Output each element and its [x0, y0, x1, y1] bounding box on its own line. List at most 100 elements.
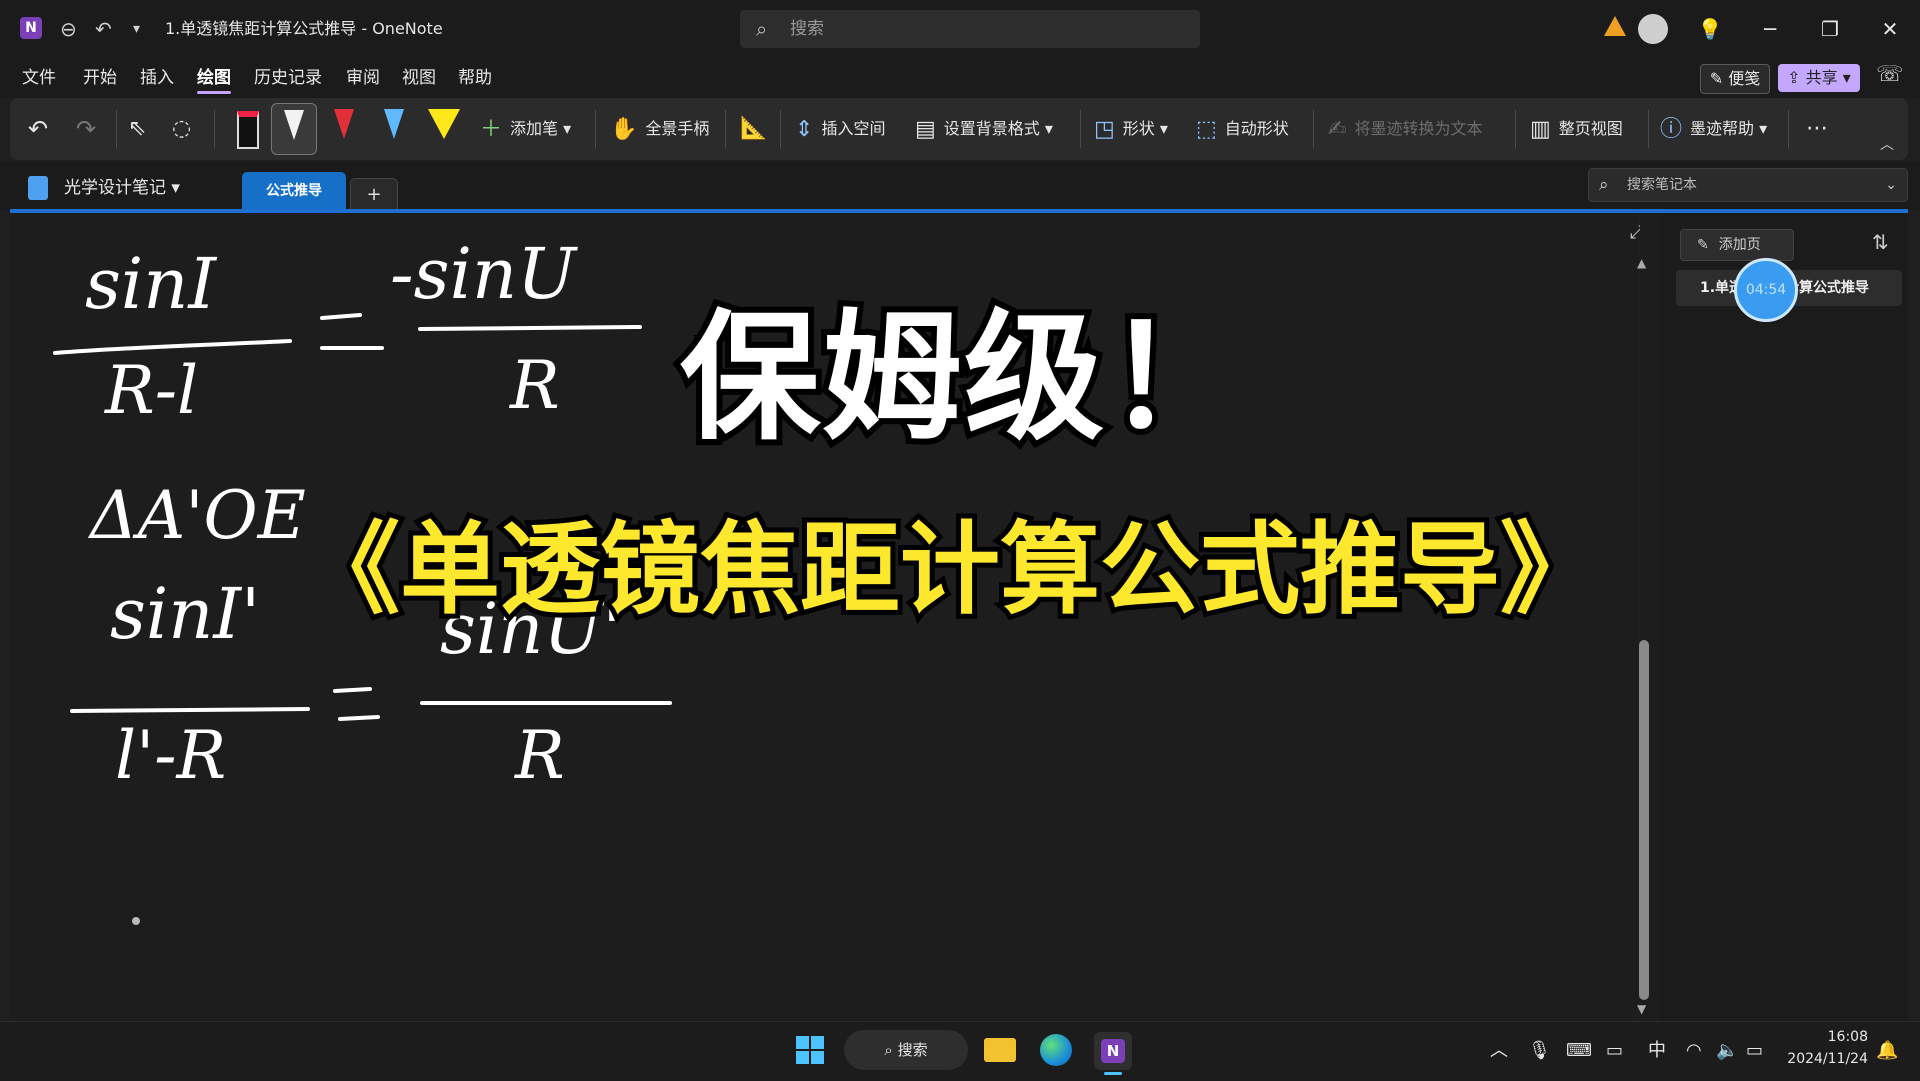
undo-icon[interactable]: ↶	[95, 0, 112, 58]
avatar[interactable]	[1638, 14, 1668, 44]
ime-indicator[interactable]: 中	[1648, 1021, 1666, 1080]
auto-shapes-button[interactable]: ⬚ 自动形状	[1196, 98, 1289, 161]
page-view-button[interactable]: ▥ 整页视图	[1530, 98, 1623, 161]
ink-to-text-icon: ✍	[1328, 116, 1347, 142]
add-page-label: 添加页	[1718, 237, 1761, 253]
scroll-down-icon[interactable]: ▼	[1637, 1002, 1646, 1016]
menu-history[interactable]: 历史记录	[254, 58, 322, 98]
background-format-button[interactable]: ▤ 设置背景格式 ▾	[915, 98, 1053, 161]
page-view-label: 整页视图	[1558, 119, 1623, 138]
search-icon: ⌕	[756, 17, 768, 41]
warning-icon[interactable]	[1604, 16, 1626, 36]
taskbar-search-label: 搜索	[897, 1041, 928, 1059]
pen-black-red-icon[interactable]	[226, 103, 270, 153]
collapse-ribbon-icon[interactable]: ︿	[1880, 134, 1894, 154]
wifi-icon[interactable]: ◠	[1686, 1021, 1702, 1080]
volume-icon[interactable]: 🔈	[1716, 1021, 1738, 1080]
battery-icon[interactable]: ▭	[1746, 1021, 1763, 1080]
scrollbar-thumb[interactable]	[1639, 640, 1649, 1000]
pan-button[interactable]: ✋ 全景手柄	[610, 98, 709, 161]
eq1-fraction-line-right	[418, 325, 642, 331]
eq1-numerator-left: sinI	[85, 243, 217, 325]
notebook-icon	[28, 176, 48, 200]
auto-shapes-label: 自动形状	[1224, 119, 1289, 138]
menu-draw[interactable]: 绘图	[197, 58, 231, 98]
ribbon-redo-icon[interactable]: ↷	[76, 98, 96, 160]
recording-timer: 04:54	[1734, 258, 1798, 322]
menu-file[interactable]: 文件	[22, 58, 56, 98]
scroll-up-icon[interactable]: ▲	[1637, 256, 1646, 270]
pen-white-icon[interactable]	[271, 103, 317, 155]
display-icon[interactable]: ▭	[1606, 1021, 1623, 1080]
separator	[1313, 110, 1314, 148]
menu-insert[interactable]: 插入	[140, 58, 174, 98]
sticky-note-button[interactable]: ✎ 便笺	[1700, 64, 1770, 94]
search-icon: ⌕	[884, 1041, 898, 1059]
minimize-button[interactable]: ─	[1740, 0, 1800, 58]
ruler-icon[interactable]: 📐	[740, 98, 767, 160]
ink-help-button[interactable]: ⓘ 墨迹帮助 ▾	[1660, 98, 1767, 161]
quick-access-dropdown-icon[interactable]: ▾	[133, 0, 140, 58]
edge-browser-icon[interactable]	[1040, 1034, 1072, 1066]
onenote-taskbar-icon[interactable]: N	[1094, 1032, 1132, 1070]
menu-help[interactable]: 帮助	[458, 58, 492, 98]
add-pen-button[interactable]: ＋添加笔 ▾	[480, 98, 571, 161]
notebook-search-placeholder: 搜索笔记本	[1627, 177, 1697, 193]
lasso-tool-icon[interactable]: ◌	[172, 98, 191, 160]
tab-section[interactable]: 公式推导	[242, 172, 346, 210]
separator	[1788, 110, 1789, 148]
note-label: 便笺	[1728, 69, 1761, 88]
select-tool-icon[interactable]: ⇖	[128, 98, 146, 160]
menu-review[interactable]: 审阅	[346, 58, 380, 98]
ink-dot	[132, 917, 140, 925]
close-button[interactable]: ✕	[1860, 0, 1920, 58]
eq2-denominator-left: l'-R	[115, 717, 226, 794]
windows-start-icon[interactable]	[796, 1036, 824, 1064]
share-button[interactable]: ⇪ 共享 ▾	[1778, 64, 1860, 92]
separator	[1648, 110, 1649, 148]
share-icon: ⇪	[1787, 68, 1806, 87]
document-title: 1.单透镜焦距计算公式推导 - OneNote	[165, 19, 443, 38]
add-page-icon: ✎	[1697, 237, 1709, 253]
restore-button[interactable]: ❐	[1800, 0, 1860, 58]
keyboard-icon[interactable]: ⌨	[1566, 1021, 1592, 1080]
help-icon: ⓘ	[1660, 116, 1683, 142]
sort-icon[interactable]: ⇅	[1872, 230, 1889, 254]
search-placeholder: 搜索	[790, 19, 824, 39]
pen-red-icon[interactable]	[322, 103, 366, 153]
lightbulb-icon[interactable]: 💡	[1680, 0, 1740, 58]
ribbon-undo-icon[interactable]: ↶	[28, 98, 48, 160]
pen-blue-icon[interactable]	[372, 103, 416, 153]
menu-view[interactable]: 视图	[402, 58, 436, 98]
separator	[780, 110, 781, 148]
highlighter-yellow-icon[interactable]	[422, 103, 466, 153]
notebook-name: 光学设计笔记	[64, 178, 166, 198]
microphone-icon[interactable]: 🎙	[1528, 1021, 1551, 1080]
file-explorer-icon[interactable]	[984, 1038, 1016, 1062]
separator	[214, 110, 215, 148]
search-input[interactable]: ⌕ 搜索	[740, 10, 1200, 48]
separator	[595, 110, 596, 148]
back-icon[interactable]: ⊖	[60, 0, 77, 58]
clock-date: 2024/11/24	[1787, 1051, 1868, 1067]
more-options-icon[interactable]: ⋯	[1806, 98, 1828, 160]
add-section-button[interactable]: +	[350, 178, 398, 211]
notebook-search-input[interactable]: ⌕ 搜索笔记本 ⌄	[1588, 168, 1908, 202]
system-clock[interactable]: 16:08 2024/11/24	[1780, 1026, 1868, 1070]
shapes-button[interactable]: ◳ 形状 ▾	[1094, 98, 1168, 161]
notebook-selector[interactable]: 光学设计笔记 ▾	[28, 168, 180, 208]
ink-to-text-button[interactable]: ✍ 将墨迹转换为文本	[1328, 98, 1482, 161]
feedback-icon[interactable]: ☏	[1876, 62, 1904, 87]
triangle-label: ΔA'OE	[87, 477, 306, 554]
chevron-down-icon[interactable]: ⌄	[1885, 169, 1897, 201]
menu-home[interactable]: 开始	[83, 58, 117, 98]
separator	[725, 110, 726, 148]
clock-time: 16:08	[1827, 1029, 1868, 1045]
background-label: 设置背景格式	[943, 119, 1040, 138]
insert-space-button[interactable]: ⇕ 插入空间	[795, 98, 885, 161]
notification-bell-icon[interactable]: 🔔	[1876, 1021, 1898, 1080]
taskbar-search-button[interactable]: ⌕ 搜索	[844, 1030, 968, 1070]
background-icon: ▤	[915, 116, 936, 142]
add-page-button[interactable]: ✎ 添加页	[1680, 229, 1794, 261]
tray-expand-icon[interactable]: ︿	[1490, 1021, 1508, 1080]
